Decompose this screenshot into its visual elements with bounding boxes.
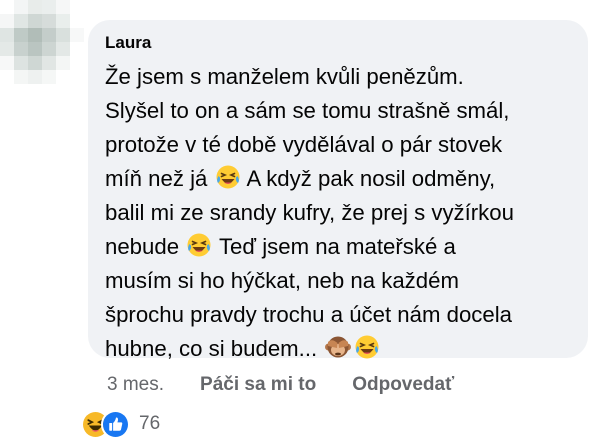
like-reaction-icon xyxy=(101,409,130,439)
comment-actions: 3 mes. Páči sa mi to Odpovedať xyxy=(107,372,490,398)
reaction-count: 76 xyxy=(139,413,161,434)
comment-line-part: A když pak nosil odměny, xyxy=(241,166,496,191)
comment-line-part: hubne, co si budem... xyxy=(105,336,324,361)
comment-line: Slyšel to on a sám se tomu strašně smál, xyxy=(105,98,510,123)
laughing-crying-emoji xyxy=(215,164,241,190)
laughing-crying-emoji xyxy=(354,334,380,360)
like-button[interactable]: Páči sa mi to xyxy=(200,374,316,396)
comment-timestamp[interactable]: 3 mes. xyxy=(107,374,164,396)
see-no-evil-monkey-emoji xyxy=(324,334,352,360)
comment-line-part: míň než já xyxy=(105,166,214,191)
comment-line: Že jsem s manželem kvůli penězům. xyxy=(105,64,464,89)
comment-bubble: Laura Že jsem s manželem kvůli penězům. … xyxy=(88,20,588,361)
comment-line-part: Teď jsem na mateřské a xyxy=(213,234,456,259)
comment-line: musím si ho hýčkat, neb na každém xyxy=(105,268,459,293)
comment-line: hubne, co si budem... xyxy=(105,332,572,366)
comment-line-part: nebude xyxy=(105,234,186,259)
comment-line: balil mi ze srandy kufry, že prej s vyží… xyxy=(105,200,514,225)
comment-line: míň než já A když pak nosil odměny, xyxy=(105,162,572,196)
laughing-crying-emoji xyxy=(186,232,212,258)
reactions-summary[interactable]: 76 xyxy=(81,409,160,439)
avatar[interactable] xyxy=(0,0,84,84)
comment-author[interactable]: Laura xyxy=(105,33,572,53)
reply-button[interactable]: Odpovedať xyxy=(352,374,454,396)
comment-line: šprochu pravdy trochu a účet nám docela xyxy=(105,302,513,327)
comment-line: nebude Teď jsem na mateřské a xyxy=(105,230,572,264)
comment-text: Že jsem s manželem kvůli penězům. Slyšel… xyxy=(105,60,572,366)
comment-line: protože v té době vydělával o pár stovek xyxy=(105,132,503,157)
